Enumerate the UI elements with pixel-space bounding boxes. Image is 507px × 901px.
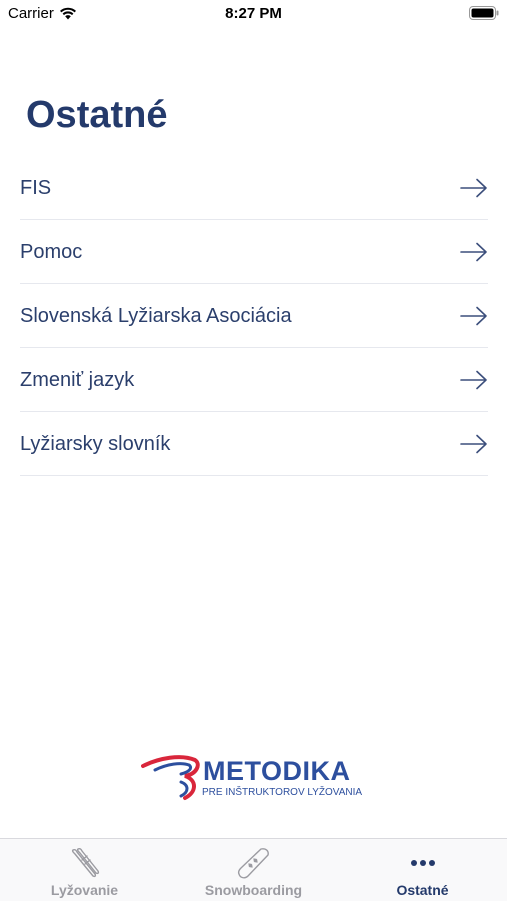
page-title: Ostatné [26,94,168,136]
tab-bar: Lyžovanie Snowboarding Ostatné [0,838,507,901]
menu-item-change-language[interactable]: Zmeniť jazyk [20,349,488,412]
logo-title: METODIKA [203,756,351,786]
menu-item-label: Lyžiarsky slovník [20,432,171,455]
tab-lyzovanie[interactable]: Lyžovanie [0,839,169,901]
snowboard-icon [237,848,269,879]
battery-icon [469,6,499,20]
menu-list: FIS Pomoc Slovenská Lyžiarska Asociácia … [20,157,488,476]
metodika-logo: METODIKA PRE INŠTRUKTOROV LYŽOVANIA [141,752,367,812]
menu-item-label: FIS [20,176,52,199]
metodika-logo-mark [141,755,200,800]
menu-item-sla[interactable]: Slovenská Lyžiarska Asociácia [20,285,488,348]
tab-label: Snowboarding [204,882,303,898]
arrow-right-icon [460,178,487,198]
more-dots-icon [410,860,435,866]
logo-subtitle: PRE INŠTRUKTOROV LYŽOVANIA [202,787,363,798]
tab-ostatne[interactable]: Ostatné [338,839,507,901]
arrow-right-icon [460,370,487,390]
clock: 8:27 PM [225,5,282,22]
arrow-right-icon [460,434,487,454]
menu-item-ski-dictionary[interactable]: Lyžiarsky slovník [20,413,488,476]
arrow-right-icon [460,242,487,262]
menu-item-label: Slovenská Lyžiarska Asociácia [20,304,292,327]
menu-item-label: Pomoc [20,240,83,263]
menu-item-fis[interactable]: FIS [20,157,488,220]
skis-icon [71,847,99,878]
tab-snowboarding[interactable]: Snowboarding [169,839,338,901]
arrow-right-icon [460,306,487,326]
status-bar: Carrier 8:27 PM [0,0,507,28]
menu-item-label: Zmeniť jazyk [20,368,135,391]
menu-item-pomoc[interactable]: Pomoc [20,221,488,284]
tab-label: Ostatné [396,882,449,898]
tab-label: Lyžovanie [50,882,119,898]
